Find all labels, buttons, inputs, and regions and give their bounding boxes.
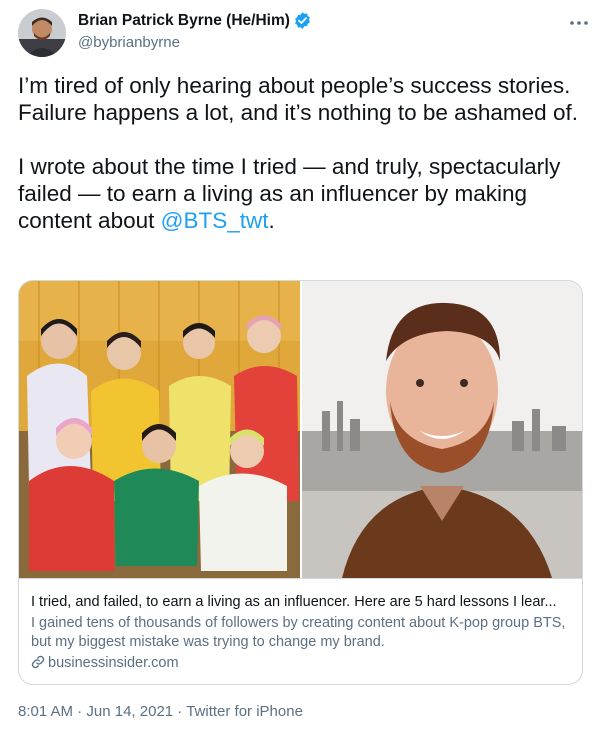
- tweet-header: Brian Patrick Byrne (He/Him) @bybrianbyr…: [18, 9, 591, 59]
- more-options-icon[interactable]: [567, 13, 591, 33]
- card-domain: businessinsider.com: [48, 655, 179, 671]
- tweet-footer: 8:01 AM · Jun 14, 2021 · Twitter for iPh…: [18, 703, 303, 720]
- card-image-group-photo: [19, 281, 300, 578]
- tweet-date[interactable]: Jun 14, 2021: [86, 703, 173, 720]
- footer-separator-2: ·: [173, 703, 187, 720]
- card-meta: I tried, and failed, to earn a living as…: [19, 578, 582, 684]
- verified-badge-icon: [293, 11, 312, 30]
- author-names: Brian Patrick Byrne (He/Him) @bybrianbyr…: [78, 11, 312, 51]
- link-icon: [31, 655, 45, 669]
- mention-link[interactable]: @BTS_twt: [161, 208, 269, 233]
- avatar[interactable]: [18, 9, 66, 57]
- tweet-time[interactable]: 8:01 AM: [18, 703, 73, 720]
- tweet-source[interactable]: Twitter for iPhone: [186, 703, 303, 720]
- tweet-text-end: .: [268, 208, 275, 233]
- card-domain-row: businessinsider.com: [31, 654, 572, 673]
- tweet: Brian Patrick Byrne (He/Him) @bybrianbyr…: [0, 0, 609, 732]
- card-title: I tried, and failed, to earn a living as…: [31, 594, 557, 610]
- footer-separator: ·: [73, 703, 87, 720]
- card-image-author-portrait: [302, 281, 582, 578]
- tweet-text-main: I’m tired of only hearing about people’s…: [18, 73, 578, 233]
- card-images: [19, 281, 582, 578]
- tweet-text: I’m tired of only hearing about people’s…: [18, 72, 593, 234]
- author-handle[interactable]: @bybrianbyrne: [78, 34, 312, 51]
- author-display-name[interactable]: Brian Patrick Byrne (He/Him): [78, 12, 290, 30]
- card-description: I gained tens of thousands of followers …: [31, 615, 566, 650]
- link-card[interactable]: I tried, and failed, to earn a living as…: [18, 280, 583, 685]
